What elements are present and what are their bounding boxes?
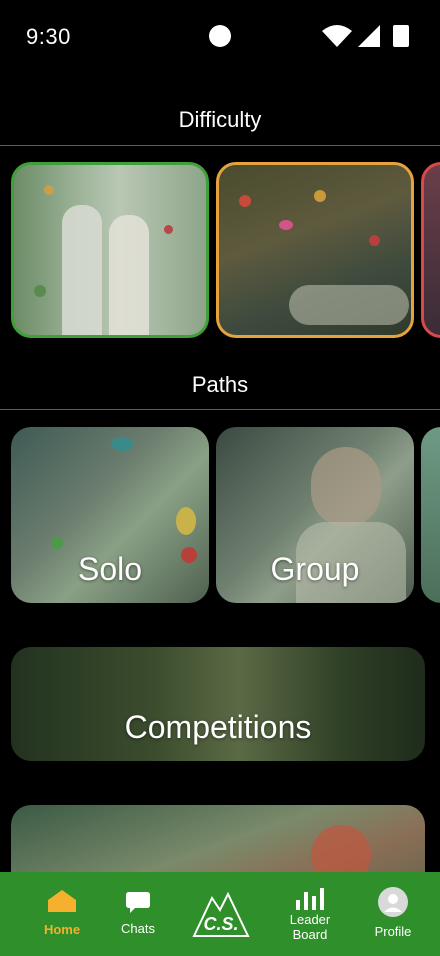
difficulty-divider (0, 145, 440, 146)
battery-icon (393, 25, 409, 47)
profile-icon (378, 887, 408, 917)
bottom-nav: Home Chats C.S. Leader Board Profile (0, 872, 440, 956)
hold-decoration (111, 437, 133, 451)
nav-chats[interactable]: Chats (108, 872, 168, 956)
path-card-label: Group (270, 551, 360, 587)
person-figure (311, 447, 381, 527)
bar-chart-icon (296, 888, 324, 910)
nav-leaderboard[interactable]: Leader Board (280, 872, 340, 956)
nav-leaderboard-label-2: Board (292, 927, 328, 942)
hold-decoration (176, 507, 196, 535)
nav-home[interactable]: Home (32, 872, 92, 956)
difficulty-card-intermediate[interactable] (216, 162, 414, 338)
competitions-card[interactable]: Competitions (11, 647, 425, 761)
signal-icon (358, 25, 380, 47)
path-card-group[interactable]: Group (216, 427, 414, 603)
hold-decoration (51, 537, 63, 549)
climber-figure (62, 205, 102, 335)
nav-profile[interactable]: Profile (362, 872, 424, 956)
wifi-icon (322, 25, 352, 47)
difficulty-title: Difficulty (178, 107, 262, 132)
hold-decoration (34, 285, 46, 297)
nav-leaderboard-label-1: Leader (289, 912, 331, 927)
paths-title: Paths (191, 372, 249, 397)
hold-decoration (239, 195, 251, 207)
climber-figure (289, 285, 409, 325)
hold-decoration (369, 235, 380, 246)
chat-icon (126, 892, 150, 913)
difficulty-card-advanced[interactable] (421, 162, 440, 338)
status-time: 9:30 (26, 24, 71, 49)
camera-cutout-icon (209, 25, 231, 47)
difficulty-card-beginner[interactable] (11, 162, 209, 338)
hold-decoration (44, 185, 54, 195)
nav-chats-label: Chats (121, 921, 155, 936)
path-card-label: Solo (77, 551, 143, 587)
cs-logo-text: C.S. (203, 914, 238, 934)
nav-home-label: Home (43, 922, 81, 937)
cs-logo-icon: C.S. (192, 891, 250, 937)
hold-decoration (314, 190, 326, 202)
paths-divider (0, 409, 440, 410)
climber-figure (109, 215, 149, 335)
home-icon (48, 890, 76, 912)
nav-cs-logo[interactable]: C.S. (190, 872, 252, 956)
hold-decoration (164, 225, 173, 234)
path-card-more[interactable] (421, 427, 440, 603)
status-bar: 9:30 (0, 0, 440, 74)
hold-decoration (279, 220, 293, 230)
nav-profile-label: Profile (374, 924, 412, 939)
competitions-label: Competitions (124, 709, 312, 745)
path-card-solo[interactable]: Solo (11, 427, 209, 603)
